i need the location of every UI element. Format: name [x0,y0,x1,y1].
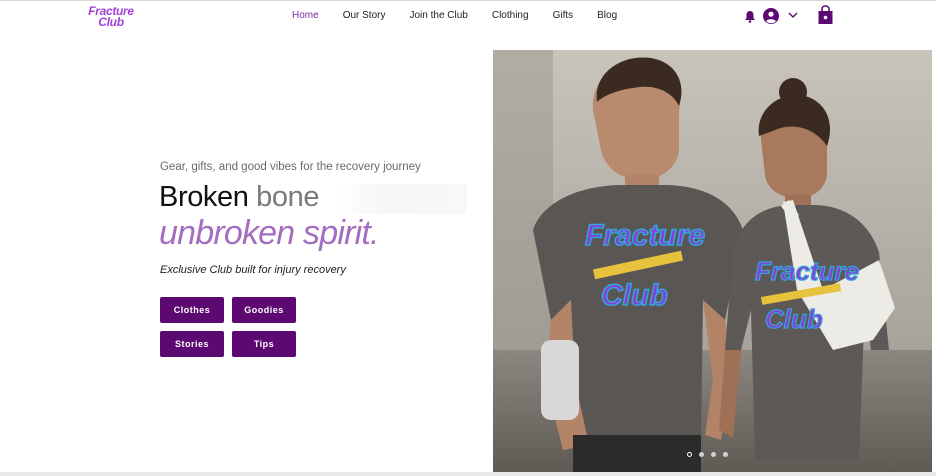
top-border [0,0,936,1]
carousel-dot-4[interactable] [723,452,728,457]
headline-word-broken: Broken [159,181,249,213]
shopping-bag-icon[interactable] [817,5,834,25]
nav-clothing[interactable]: Clothing [492,10,529,21]
clothes-button[interactable]: Clothes [160,297,224,323]
hero-tagline: Gear, gifts, and good vibes for the reco… [160,161,421,173]
carousel-dot-3[interactable] [711,452,716,457]
headline-fade-overlay [335,184,467,214]
main-nav: Home Our Story Join the Club Clothing Gi… [292,10,641,21]
bell-icon[interactable] [744,10,756,23]
svg-text:Club: Club [765,304,823,334]
shirt-graphic-text2: Club [601,279,668,312]
hero-headline: Broken bone [159,181,319,214]
svg-text:Fracture: Fracture [755,256,859,286]
tips-button[interactable]: Tips [232,331,296,357]
hero-headline-line2: unbroken spirit. [159,214,379,252]
logo-text-line2: Club [98,15,124,29]
nav-our-story[interactable]: Our Story [343,10,386,21]
nav-home[interactable]: Home [292,10,319,21]
account-icon[interactable] [763,8,779,24]
carousel-dot-2[interactable] [699,452,704,457]
headline-word-bone: bone [256,181,320,213]
hero-image: Fracture Club Fracture Club [493,50,932,472]
bottom-bar [0,472,936,476]
chevron-down-icon[interactable] [787,10,799,20]
shirt-graphic-text1: Fracture [585,219,705,252]
nav-gifts[interactable]: Gifts [553,10,574,21]
carousel-dots [687,452,728,457]
carousel-dot-1[interactable] [687,452,692,457]
brand-logo[interactable]: Fracture Club [88,5,134,30]
nav-join-the-club[interactable]: Join the Club [409,10,467,21]
goodies-button[interactable]: Goodies [232,297,296,323]
stories-button[interactable]: Stories [160,331,224,357]
nav-blog[interactable]: Blog [597,10,617,21]
hero-subline: Exclusive Club built for injury recovery [160,264,346,276]
